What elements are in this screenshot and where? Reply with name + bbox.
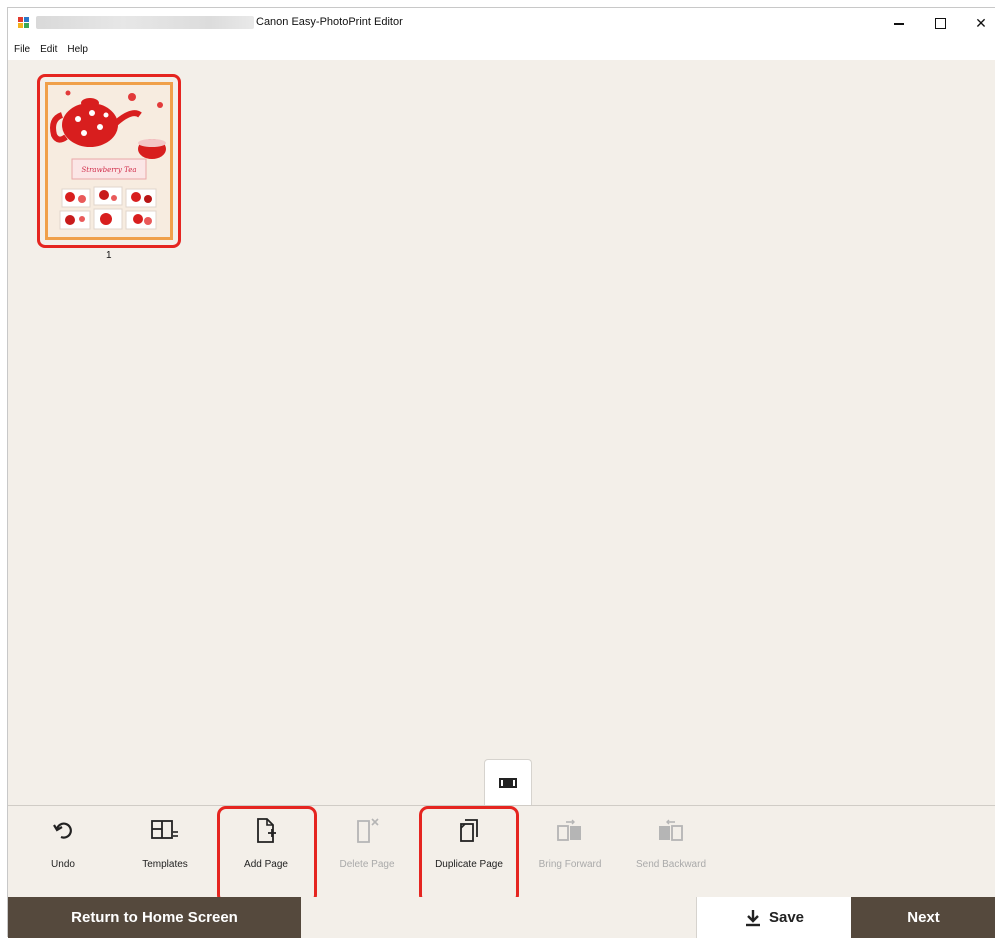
- title-bar: Canon Easy-PhotoPrint Editor ✕: [8, 8, 995, 38]
- edit-toolbar: Undo Templates Add Page Delete Page Dupl…: [8, 805, 995, 904]
- page-thumbnail-selected[interactable]: Strawberry Tea: [37, 74, 181, 248]
- send-backward-icon: [659, 819, 683, 841]
- menu-edit[interactable]: Edit: [36, 44, 61, 55]
- add-page-button[interactable]: Add Page: [216, 806, 316, 898]
- send-backward-label: Send Backward: [635, 859, 707, 870]
- minimize-icon[interactable]: [879, 8, 919, 38]
- close-icon[interactable]: ✕: [961, 8, 995, 38]
- next-button[interactable]: Next: [851, 897, 995, 938]
- page-list-area: Strawberry Tea 1: [8, 60, 995, 806]
- window-title: Canon Easy-PhotoPrint Editor: [256, 16, 403, 28]
- menu-help[interactable]: Help: [63, 44, 92, 55]
- menu-file[interactable]: File: [10, 44, 34, 55]
- delete-page-label: Delete Page: [339, 859, 395, 870]
- undo-label: Undo: [51, 859, 75, 870]
- poster-preview: Strawberry Tea: [48, 85, 170, 237]
- duplicate-page-label: Duplicate Page: [435, 859, 503, 870]
- templates-icon: [151, 820, 178, 839]
- app-logo-icon: [18, 17, 29, 28]
- page-thumbnail-image[interactable]: Strawberry Tea: [45, 82, 173, 240]
- add-page-icon: [257, 818, 276, 843]
- blurred-file-path: [36, 16, 254, 29]
- undo-icon: [53, 822, 72, 839]
- add-page-label: Add Page: [244, 859, 288, 870]
- maximize-icon[interactable]: [920, 8, 960, 38]
- duplicate-page-button[interactable]: Duplicate Page: [419, 806, 519, 898]
- undo-button[interactable]: Undo: [13, 806, 113, 898]
- bring-forward-icon: [557, 819, 581, 841]
- filmstrip-icon: [499, 778, 517, 788]
- page-number: 1: [106, 250, 112, 261]
- download-icon: [745, 909, 760, 926]
- poster-title: Strawberry Tea: [81, 166, 136, 174]
- save-label: Save: [768, 909, 805, 926]
- bring-forward-label: Bring Forward: [538, 859, 602, 870]
- templates-button[interactable]: Templates: [115, 806, 215, 898]
- duplicate-page-icon: [460, 819, 478, 842]
- menu-bar: File Edit Help: [8, 38, 995, 60]
- save-button[interactable]: Save: [696, 897, 852, 938]
- app-window: Canon Easy-PhotoPrint Editor ✕ File Edit…: [7, 7, 995, 938]
- delete-page-button[interactable]: Delete Page: [317, 806, 417, 898]
- delete-page-icon: [357, 818, 379, 843]
- send-backward-button[interactable]: Send Backward: [621, 806, 721, 898]
- bottom-bar: Return to Home Screen Save Next: [8, 897, 995, 938]
- toggle-panel-button[interactable]: [484, 759, 532, 806]
- templates-label: Templates: [142, 859, 188, 870]
- return-home-button[interactable]: Return to Home Screen: [8, 897, 301, 938]
- bring-forward-button[interactable]: Bring Forward: [520, 806, 620, 898]
